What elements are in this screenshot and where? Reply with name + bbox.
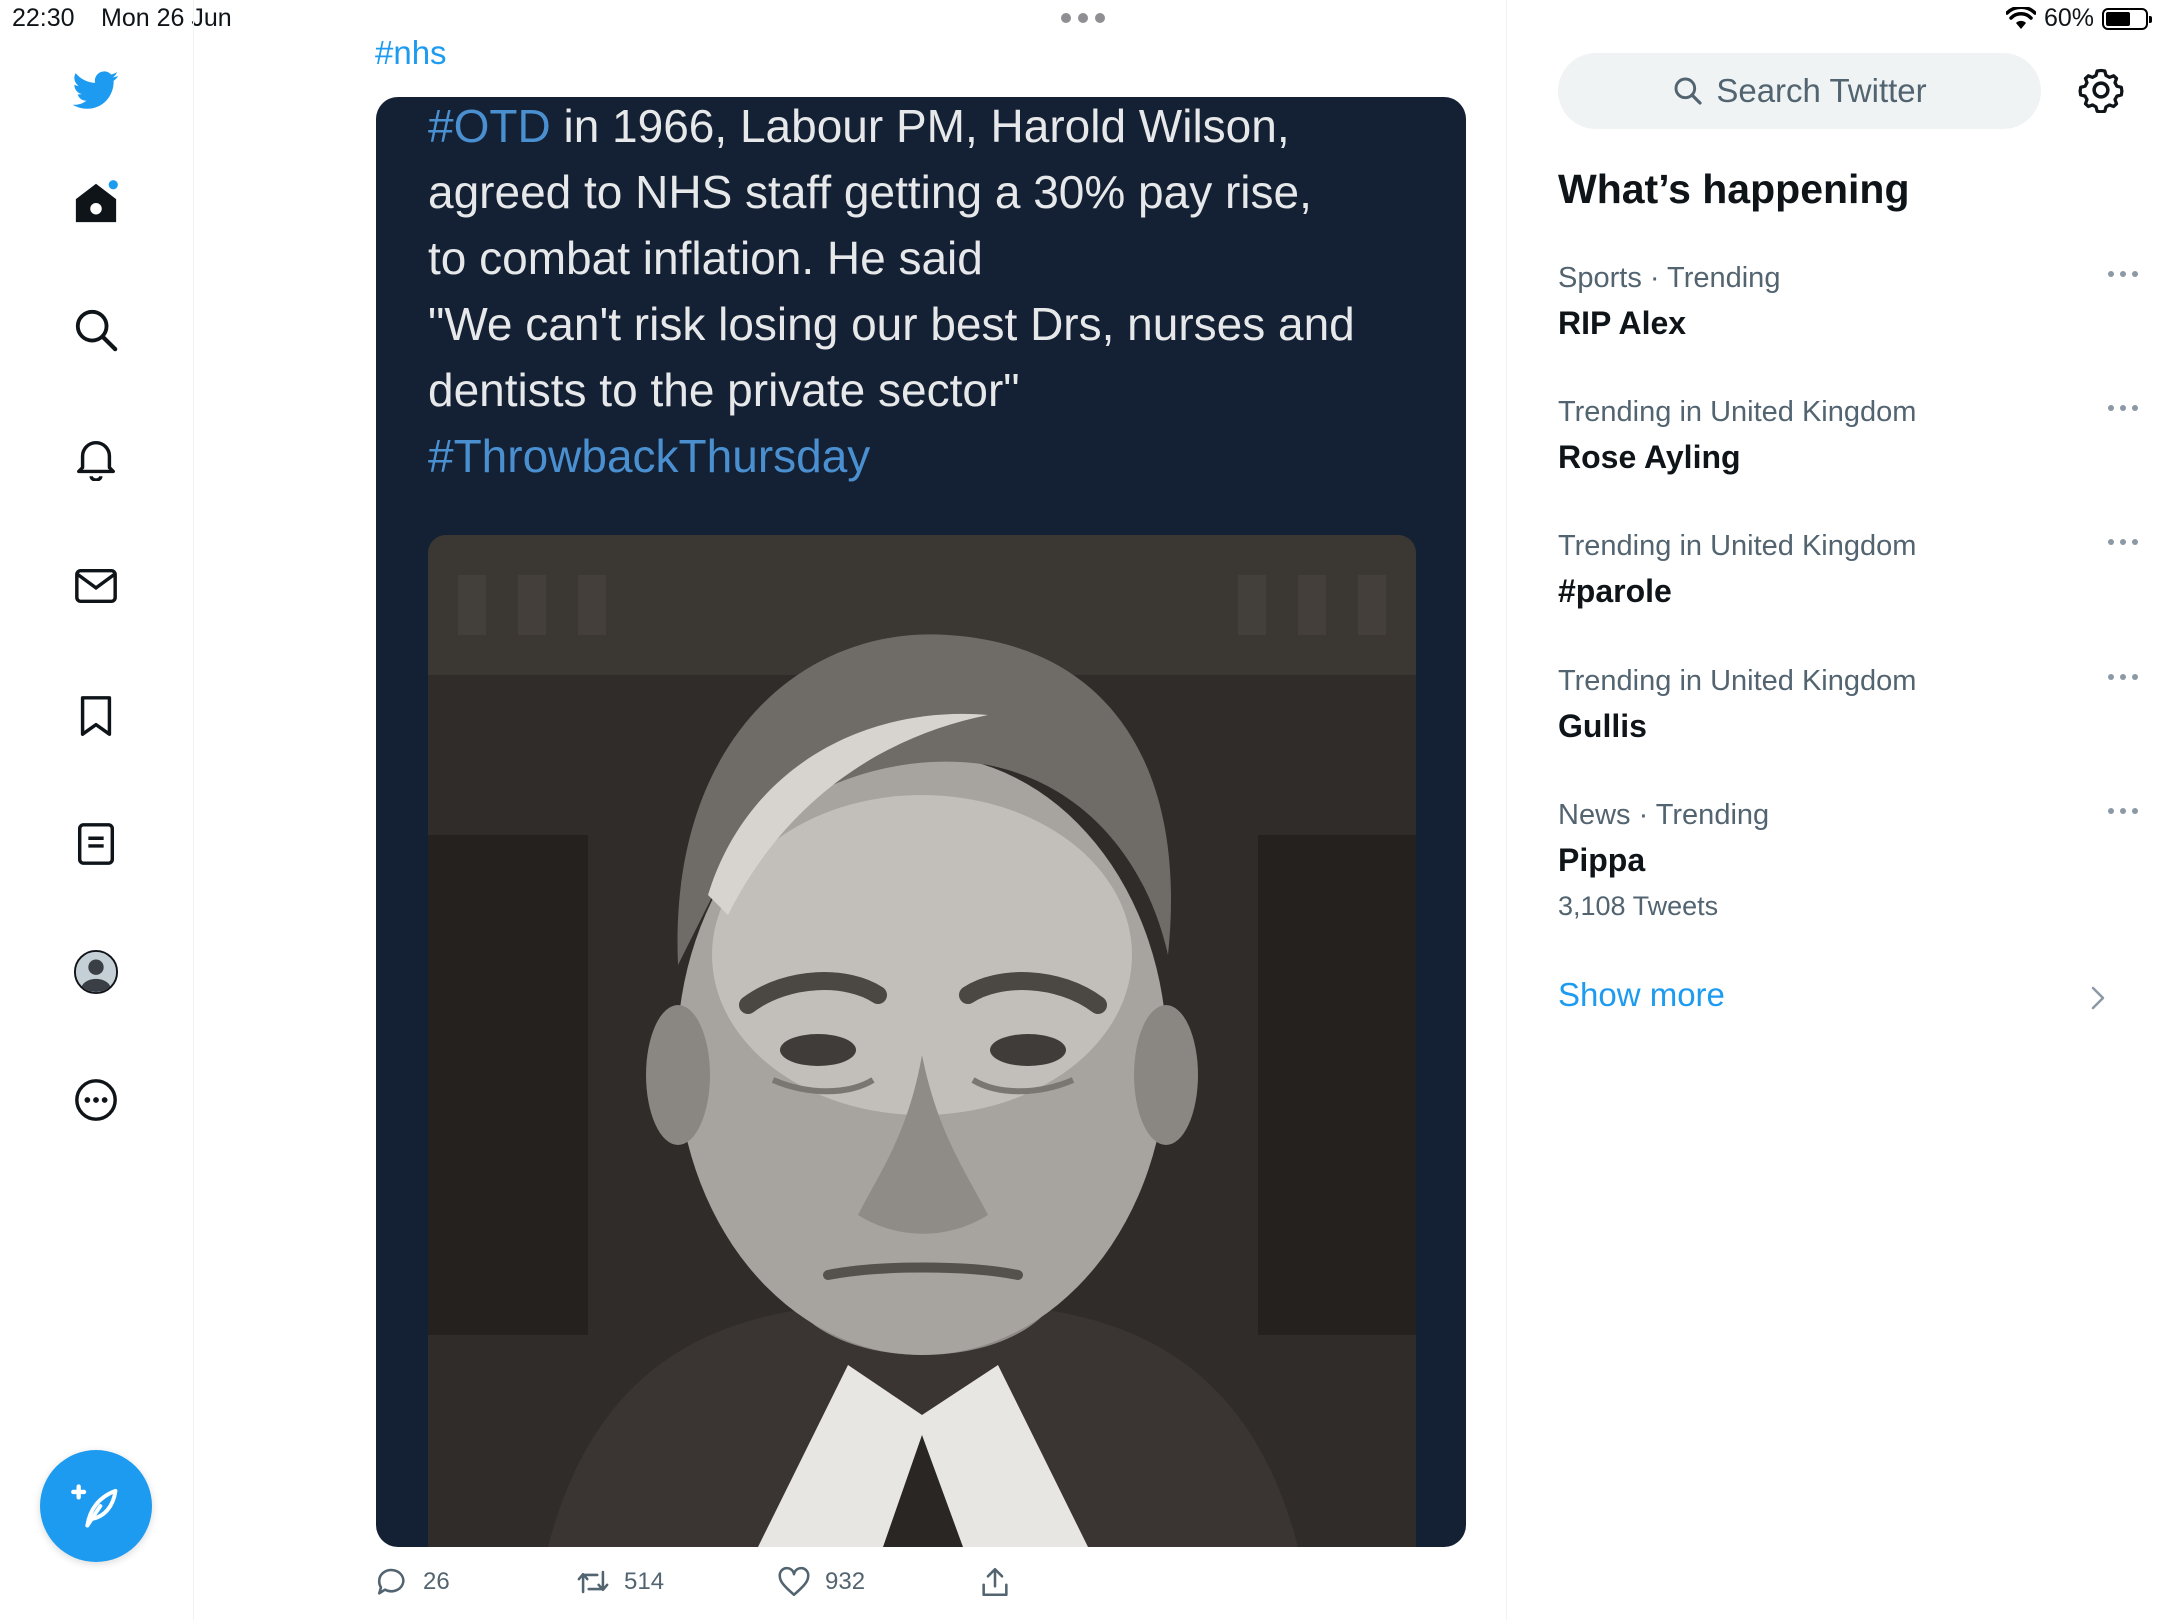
more-options-icon[interactable] [70,1074,122,1126]
show-more-link[interactable]: Show more [1558,976,1725,1014]
trend-more-icon[interactable] [2106,268,2140,280]
trend-item[interactable]: Trending in United Kingdom Gullis [1558,665,2138,745]
tweet-actions: 26 514 932 [375,1565,1012,1599]
portrait-illustration [428,535,1416,1547]
trend-category: Trending in United Kingdom [1558,665,1917,697]
compose-feather-icon [71,1484,118,1528]
whats-happening-title: What’s happening [1558,166,1910,212]
like-count: 932 [825,1568,866,1595]
settings-gear-icon[interactable] [2078,67,2124,113]
search-placeholder: Search Twitter [1716,72,1927,109]
reply-button[interactable]: 26 [375,1565,576,1599]
search-box[interactable]: Search Twitter [1558,53,2041,129]
notifications-bell-icon[interactable] [70,432,122,484]
battery-percent: 60% [2043,4,2094,32]
reply-icon [377,1568,405,1595]
trend-name: Rose Ayling [1558,439,1741,475]
chevron-right-icon [2091,986,2105,1010]
trend-tweet-count: 3,108 Tweets [1558,891,1719,921]
trend-item[interactable]: Sports · Trending RIP Alex [1558,262,2138,342]
bookmarks-icon[interactable] [70,690,122,742]
trend-more-icon[interactable] [2106,536,2140,548]
media-line-3: to combat inflation. He said [428,232,983,284]
compose-tweet-button[interactable] [40,1450,152,1562]
wifi-icon [2005,6,2036,29]
timeline-column: #nhs #OTD in 1966, Labour PM, Harold Wil… [194,0,1507,1620]
media-tag-throwback: #ThrowbackThursday [428,430,871,482]
twitter-logo-icon[interactable] [70,64,122,116]
reply-count: 26 [423,1568,450,1595]
messages-mail-icon[interactable] [70,560,122,612]
explore-search-icon[interactable] [70,304,122,356]
trend-category: Sports · Trending [1558,262,1781,294]
trend-name: Pippa [1558,842,1646,878]
trend-more-icon[interactable] [2106,671,2140,683]
trend-more-icon[interactable] [2106,805,2140,817]
lists-icon[interactable] [70,818,122,870]
media-line-5: dentists to the private sector" [428,364,1020,416]
trend-name: #parole [1558,573,1672,609]
trend-name: Gullis [1558,708,1647,744]
like-button[interactable]: 932 [777,1565,978,1599]
trend-category: Trending in United Kingdom [1558,396,1917,428]
media-tag-otd: #OTD [428,100,551,152]
battery-icon [2102,7,2152,30]
trend-item[interactable]: News · Trending Pippa 3,108 Tweets [1558,799,2138,922]
retweet-button[interactable]: 514 [576,1565,777,1599]
trend-name: RIP Alex [1558,305,1687,341]
trend-category: Trending in United Kingdom [1558,530,1917,562]
retweet-count: 514 [624,1568,665,1595]
share-icon [982,1567,1008,1597]
media-line-2: agreed to NHS staff getting a 30% pay ri… [428,166,1312,218]
portrait-photo [428,535,1416,1547]
search-icon [1674,77,1702,105]
trend-item[interactable]: Trending in United Kingdom #parole [1558,530,2138,610]
retweet-icon [577,1570,609,1594]
home-icon[interactable] [70,176,122,228]
share-button[interactable] [978,1565,1012,1599]
media-line-4: "We can't risk losing our best Drs, nurs… [428,298,1355,350]
media-caption-text: #OTD in 1966, Labour PM, Harold Wilson, … [428,97,1428,489]
left-navigation [0,0,194,1620]
trend-category: News · Trending [1558,799,1770,831]
heart-icon [778,1566,810,1597]
trend-item[interactable]: Trending in United Kingdom Rose Ayling [1558,396,2138,476]
trend-more-icon[interactable] [2106,402,2140,414]
tweet-media-image[interactable]: #OTD in 1966, Labour PM, Harold Wilson, … [376,97,1466,1547]
media-line-1: in 1966, Labour PM, Harold Wilson, [550,100,1290,152]
tweet-hashtag-link[interactable]: #nhs [375,34,447,72]
profile-avatar[interactable] [70,946,122,998]
